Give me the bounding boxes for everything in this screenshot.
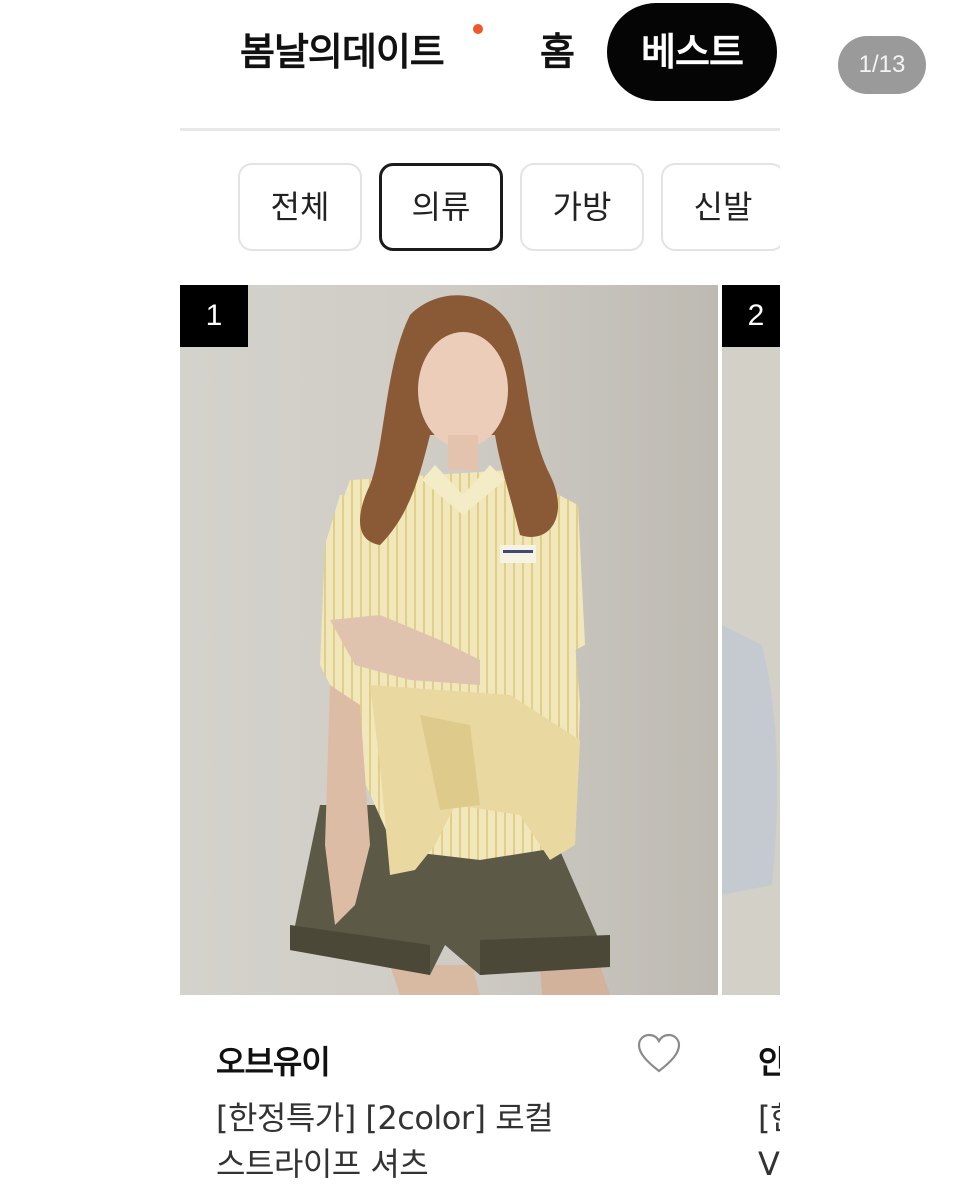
rank-badge: 1	[180, 285, 248, 347]
product-title-line-2: V	[758, 1145, 780, 1183]
product-title[interactable]: [한정특가] [2color] 로컬 스트라이프 셔츠	[216, 1095, 696, 1187]
product-photo[interactable]: 1	[180, 285, 718, 995]
category-chip-bags[interactable]: 가방	[520, 163, 644, 251]
product-image	[722, 285, 780, 995]
product-brand[interactable]: 오브유이	[216, 1037, 331, 1083]
category-chip-shoes[interactable]: 신발	[661, 163, 780, 251]
header-divider	[180, 128, 780, 131]
heart-icon[interactable]	[636, 1033, 682, 1075]
page-counter: 1/13	[838, 36, 926, 94]
tab-home[interactable]: 홈	[540, 22, 575, 82]
product-title-line-1: [한정특가] [2color] 로컬	[216, 1099, 554, 1137]
product-title-line-2: 스트라이프 셔츠	[216, 1145, 429, 1183]
product-card[interactable]: 1 오브유이 [한정특가] [2color] 로컬 스트라이프 셔츠	[180, 285, 718, 1183]
product-brand[interactable]: 안	[758, 1037, 780, 1083]
category-chip-all[interactable]: 전체	[238, 163, 362, 251]
rank-badge: 2	[722, 285, 780, 347]
tab-spring-date[interactable]: 봄날의데이트	[240, 22, 445, 82]
category-filter: 전체 의류 가방 신발	[238, 163, 780, 253]
category-chip-clothing[interactable]: 의류	[379, 163, 503, 251]
top-navigation: 봄날의데이트 홈 베스트 1/13	[0, 0, 960, 130]
product-title-line-1: [한	[758, 1099, 780, 1137]
product-photo[interactable]: 2	[722, 285, 780, 995]
product-carousel[interactable]: 1 오브유이 [한정특가] [2color] 로컬 스트라이프 셔츠 2 안 […	[180, 285, 780, 1200]
product-card[interactable]: 2 안 [한 V	[722, 285, 780, 1183]
new-indicator-dot	[473, 24, 483, 34]
product-image	[180, 285, 718, 995]
product-title[interactable]: [한 V	[758, 1095, 780, 1187]
tab-best[interactable]: 베스트	[607, 3, 777, 101]
